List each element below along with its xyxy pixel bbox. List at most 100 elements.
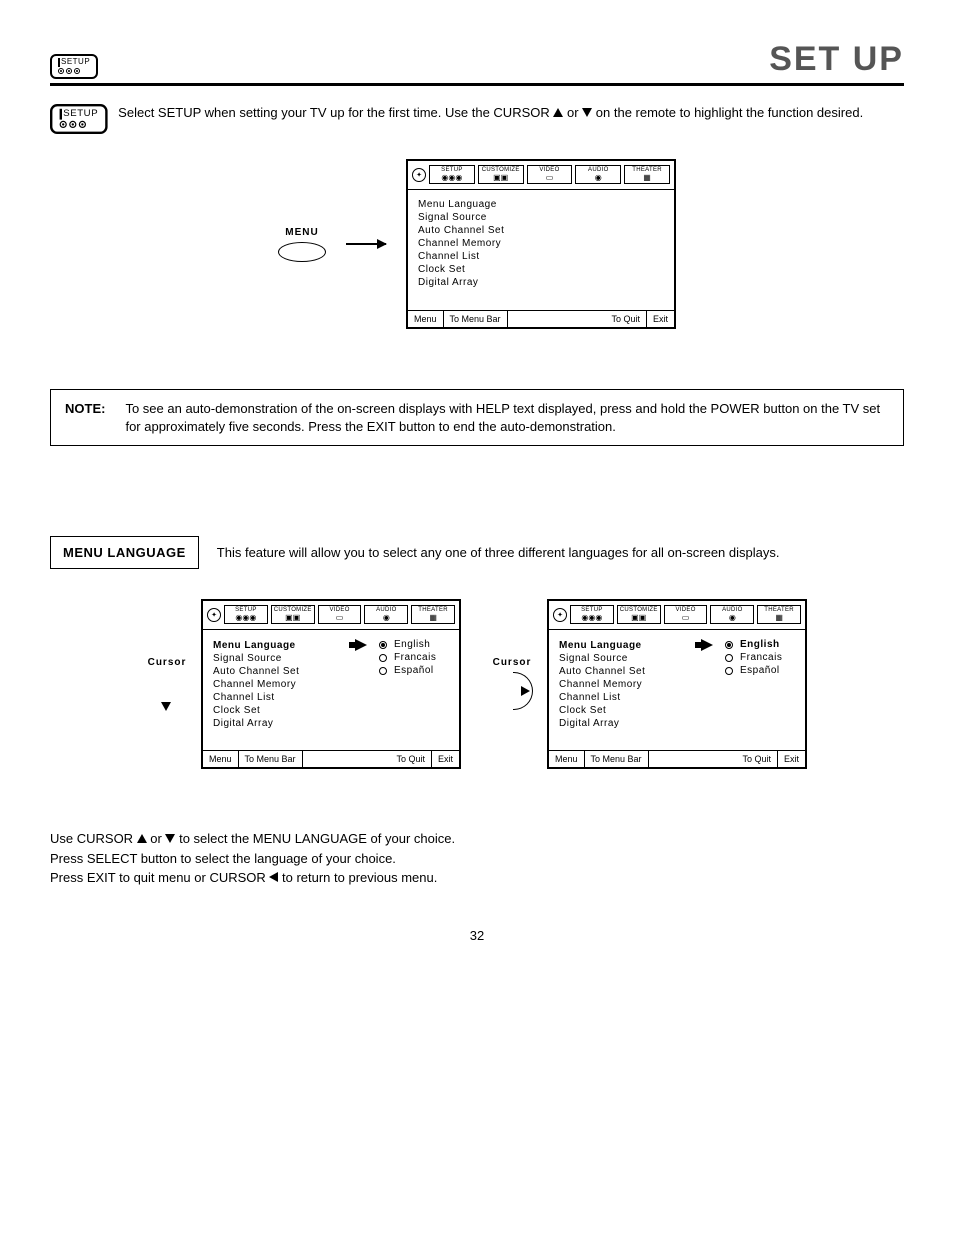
intro-text-part3: on the remote to highlight the function … <box>592 105 863 120</box>
osd-left-screen: ✦ SETUP◉◉◉ CUSTOMIZE▣▣ VIDEO▭ AUDIO◉ THE… <box>201 599 461 769</box>
arrow-right-icon <box>701 639 713 651</box>
down-arrow-icon <box>165 834 175 843</box>
cursor-down-group: Cursor ✦ SETUP◉◉◉ CUSTOMIZE▣▣ VIDEO▭ AUD… <box>147 599 461 769</box>
note-label: NOTE: <box>65 400 105 435</box>
intro-text: Select SETUP when setting your TV up for… <box>118 104 904 122</box>
osd-item: Menu Language <box>418 198 664 211</box>
cursor-label: Cursor <box>491 657 533 668</box>
osd-footer-to-menu-bar: To Menu Bar <box>444 311 508 327</box>
osd-footer-menu: Menu <box>203 751 239 767</box>
setup-icon-small: SETUP <box>50 54 98 79</box>
osd-tab-audio: AUDIO◉ <box>575 165 621 184</box>
cursor-icon: ✦ <box>412 168 426 182</box>
osd-item: Auto Channel Set <box>418 224 664 237</box>
osd-option: Francais <box>725 651 795 664</box>
osd-footer-menu: Menu <box>408 311 444 327</box>
osd-footer-to-menu-bar: To Menu Bar <box>585 751 649 767</box>
note-box: NOTE: To see an auto-demonstration of th… <box>50 389 904 446</box>
osd-item: Menu Language <box>559 638 713 652</box>
instr-line2: Press SELECT button to select the langua… <box>50 849 904 869</box>
radio-icon <box>725 667 733 675</box>
osd-item: Channel List <box>213 691 367 704</box>
radio-icon <box>379 667 387 675</box>
osd-item: Channel Memory <box>559 678 713 691</box>
menu-language-heading-row: MENU LANGUAGE This feature will allow yo… <box>50 536 904 569</box>
menu-language-heading: MENU LANGUAGE <box>50 536 199 569</box>
radio-icon <box>725 641 733 649</box>
osd-footer: Menu To Menu Bar To Quit Exit <box>408 310 674 327</box>
osd-footer-exit: Exit <box>432 751 459 767</box>
osd-option: Francais <box>379 651 449 664</box>
osd-footer-exit: Exit <box>778 751 805 767</box>
osd-footer-to-quit: To Quit <box>390 751 432 767</box>
osd-option: English <box>379 638 449 651</box>
up-arrow-icon <box>553 108 563 117</box>
cursor-right-button: Cursor <box>491 657 533 712</box>
intro-text-part2: or <box>563 105 582 120</box>
osd-tab-bar: ✦ SETUP◉◉◉ CUSTOMIZE▣▣ VIDEO▭ AUDIO◉ THE… <box>549 601 805 630</box>
osd-tab-video: VIDEO▭ <box>527 165 573 184</box>
cursor-down-button: Cursor <box>147 657 187 712</box>
page-title: SET UP <box>769 40 904 79</box>
osd-item: Clock Set <box>559 704 713 717</box>
radio-icon <box>379 641 387 649</box>
instructions: Use CURSOR or to select the MENU LANGUAG… <box>50 829 904 888</box>
up-arrow-icon <box>137 834 147 843</box>
osd-option: Español <box>379 664 449 677</box>
osd-item: Channel Memory <box>213 678 367 691</box>
radio-icon <box>725 654 733 662</box>
setup-icon-label: SETUP <box>63 108 98 119</box>
page-number: 32 <box>50 928 904 943</box>
instr-line3-a: Press EXIT to quit menu or CURSOR <box>50 870 269 885</box>
page-header: SETUP SET UP <box>50 40 904 86</box>
osd-item: Digital Array <box>418 276 664 289</box>
cursor-icon: ✦ <box>207 608 221 622</box>
osd-footer-to-quit: To Quit <box>605 311 647 327</box>
osd-item: Channel List <box>559 691 713 704</box>
osd-footer-to-quit: To Quit <box>736 751 778 767</box>
osd-tab-audio: AUDIO◉ <box>710 605 754 624</box>
osd-footer-menu: Menu <box>549 751 585 767</box>
osd-tab-audio: AUDIO◉ <box>364 605 408 624</box>
instr-line1-c: to select the MENU LANGUAGE of your choi… <box>175 831 455 846</box>
osd-tab-setup: SETUP◉◉◉ <box>570 605 614 624</box>
cursor-right-icon <box>491 672 533 712</box>
osd-tab-customize: CUSTOMIZE▣▣ <box>478 165 524 184</box>
menu-button-oval <box>278 242 326 262</box>
osd-item: Signal Source <box>559 652 713 665</box>
cursor-icon: ✦ <box>553 608 567 622</box>
osd-body: Menu LanguageSignal SourceAuto Channel S… <box>203 630 459 750</box>
cursor-right-group: Cursor ✦ SETUP◉◉◉ CUSTOMIZE▣▣ VIDEO▭ AUD… <box>491 599 807 769</box>
instr-line1-b: or <box>147 831 166 846</box>
instr-line3-b: to return to previous menu. <box>278 870 437 885</box>
osd-body: Menu Language Signal Source Auto Channel… <box>408 190 674 310</box>
osd-tab-video: VIDEO▭ <box>318 605 362 624</box>
osd-tab-bar: ✦ SETUP◉◉◉ CUSTOMIZE▣▣ VIDEO▭ AUDIO◉ THE… <box>203 601 459 630</box>
setup-icon-large: SETUP <box>50 104 108 134</box>
osd-tab-customize: CUSTOMIZE▣▣ <box>271 605 315 624</box>
osd-item: Signal Source <box>418 211 664 224</box>
intro-text-part1: Select SETUP when setting your TV up for… <box>118 105 553 120</box>
osd-tab-theater: THEATER▦ <box>411 605 455 624</box>
osd-option: Español <box>725 664 795 677</box>
arrow-right-icon <box>346 243 386 245</box>
osd-item: Clock Set <box>418 263 664 276</box>
cursor-label: Cursor <box>147 657 187 668</box>
osd-right-screen: ✦ SETUP◉◉◉ CUSTOMIZE▣▣ VIDEO▭ AUDIO◉ THE… <box>547 599 807 769</box>
osd-footer-exit: Exit <box>647 311 674 327</box>
osd-tab-customize: CUSTOMIZE▣▣ <box>617 605 661 624</box>
osd-item: Channel List <box>418 250 664 263</box>
setup-icon-label: SETUP <box>61 57 90 66</box>
instr-line1-a: Use CURSOR <box>50 831 137 846</box>
menu-button-label: MENU <box>278 227 326 238</box>
radio-icon <box>379 654 387 662</box>
osd-footer: Menu To Menu Bar To Quit Exit <box>203 750 459 767</box>
note-text: To see an auto-demonstration of the on-s… <box>125 400 889 435</box>
osd-body: Menu LanguageSignal SourceAuto Channel S… <box>549 630 805 750</box>
osd-footer-to-menu-bar: To Menu Bar <box>239 751 303 767</box>
osd-tab-video: VIDEO▭ <box>664 605 708 624</box>
cursor-down-icon <box>147 672 187 712</box>
osd-tab-setup: SETUP◉◉◉ <box>224 605 268 624</box>
osd-tab-setup: SETUP◉◉◉ <box>429 165 475 184</box>
osd-item: Auto Channel Set <box>559 665 713 678</box>
